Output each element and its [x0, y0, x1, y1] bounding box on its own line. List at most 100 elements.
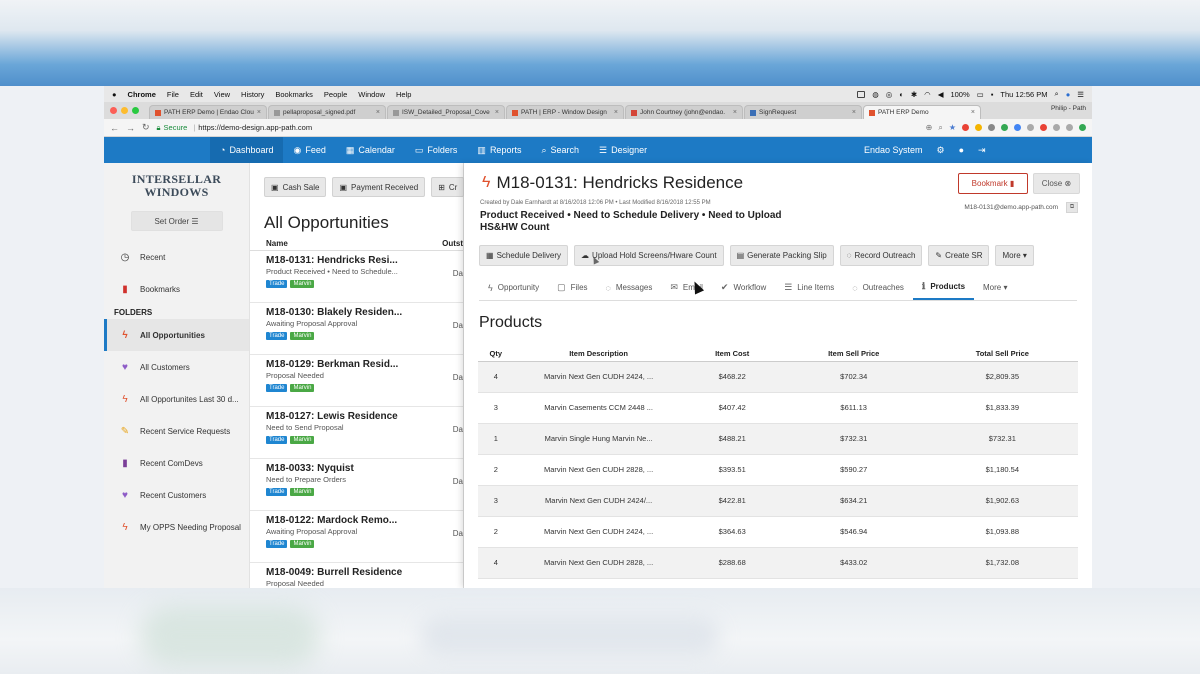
- tab-close-icon[interactable]: ×: [849, 109, 856, 116]
- table-row[interactable]: 2 Marvin Next Gen CUDH 2828, ... $393.51 $5…: [478, 454, 1078, 486]
- zoom-window-icon[interactable]: [132, 107, 139, 114]
- tab-workflow[interactable]: ✔ Workflow: [712, 275, 775, 300]
- gear-icon[interactable]: ◐: [899, 90, 904, 99]
- nav-designer[interactable]: ☰ Designer: [589, 137, 657, 163]
- battery-icon[interactable]: ▭: [977, 90, 984, 99]
- nav-dashboard[interactable]: ◔ Dashboard: [210, 137, 284, 163]
- table-row[interactable]: 2 Marvin Next Gen CUDH 2424, ... $364.63 $5…: [478, 516, 1078, 548]
- list-item[interactable]: M18-0122: Mardock Remo... Awaiting Propos…: [250, 511, 463, 563]
- menu-bookmarks[interactable]: Bookmarks: [275, 90, 313, 99]
- extension-icon[interactable]: [988, 124, 995, 131]
- nav-search[interactable]: ⌕ Search: [531, 137, 589, 163]
- tab-outreaches[interactable]: ◌ Outreaches: [843, 275, 913, 300]
- tab-close-icon[interactable]: ×: [968, 109, 975, 116]
- tab-opportunity[interactable]: ϟ Opportunity: [479, 275, 548, 300]
- extension-icon[interactable]: [1053, 124, 1060, 131]
- sidebar-item-bookmarks[interactable]: ▮ Bookmarks: [104, 273, 249, 305]
- system-name[interactable]: Endao System: [864, 145, 923, 155]
- generate-packing-slip-button[interactable]: ▤ Generate Packing Slip: [729, 245, 834, 266]
- extension-icon[interactable]: [1001, 124, 1008, 131]
- logout-icon[interactable]: ⇥: [978, 145, 986, 156]
- extension-icon[interactable]: [1040, 124, 1047, 131]
- url-input[interactable]: https://demo-design.app-path.com: [198, 123, 312, 132]
- back-icon[interactable]: ←: [110, 123, 119, 133]
- column-header[interactable]: Total Sell Price: [926, 346, 1078, 362]
- column-header[interactable]: Qty: [478, 346, 514, 362]
- payment-received-button[interactable]: ▣ Payment Received: [332, 177, 426, 197]
- tab-email[interactable]: ✉ Email: [661, 275, 712, 300]
- sidebar-item-recent-customers[interactable]: ♥ Recent Customers: [104, 479, 249, 511]
- tab-close-icon[interactable]: ×: [254, 109, 261, 116]
- wifi-icon[interactable]: ◠: [924, 90, 931, 99]
- table-row[interactable]: 3 Marvin Next Gen CUDH 2424/... $422.81 $63…: [478, 485, 1078, 517]
- browser-tab[interactable]: PATH | ERP - Window Design ×: [506, 105, 624, 119]
- column-header[interactable]: Item Description: [513, 346, 684, 362]
- browser-tab[interactable]: pellaproposal_signed.pdf ×: [268, 105, 386, 119]
- nav-folders[interactable]: ▭ Folders: [405, 137, 468, 163]
- menu-help[interactable]: Help: [396, 90, 411, 99]
- menu-edit[interactable]: Edit: [190, 90, 203, 99]
- tab-messages[interactable]: ◌ Messages: [597, 275, 662, 300]
- menu-chrome[interactable]: Chrome: [128, 90, 156, 99]
- more-actions-button[interactable]: More ▾: [995, 245, 1034, 266]
- browser-tab[interactable]: SignRequest ×: [744, 105, 862, 119]
- apple-menu-icon[interactable]: ●: [112, 90, 117, 99]
- extension-icon[interactable]: [1079, 124, 1086, 131]
- extension-icon[interactable]: [975, 124, 982, 131]
- list-item[interactable]: M18-0131: Hendricks Resi... Product Recei…: [250, 251, 463, 303]
- browser-tab[interactable]: John Courtney (john@endao. ×: [625, 105, 743, 119]
- list-item[interactable]: M18-0130: Blakely Residen... Awaiting Pro…: [250, 303, 463, 355]
- menu-people[interactable]: People: [324, 90, 347, 99]
- tab-products[interactable]: ℹ Products: [912, 275, 975, 300]
- browser-tab[interactable]: PATH ERP Demo | Endao Clou ×: [149, 105, 267, 119]
- table-row[interactable]: 3 Marvin Casements CCM 2448 ... $407.42 $61…: [478, 392, 1078, 424]
- record-outreach-button[interactable]: ◌ Record Outreach: [839, 245, 923, 266]
- bookmark-button[interactable]: Bookmark ▮: [958, 173, 1028, 194]
- status-icon[interactable]: ◍: [872, 90, 879, 99]
- forward-icon[interactable]: →: [126, 123, 135, 133]
- extension-icon[interactable]: [1027, 124, 1034, 131]
- create-button[interactable]: ⊞ Cr: [431, 177, 465, 197]
- menu-view[interactable]: View: [214, 90, 230, 99]
- nav-feed[interactable]: ◉ Feed: [283, 137, 335, 163]
- column-header[interactable]: Item Sell Price: [780, 346, 927, 362]
- copy-icon[interactable]: ⧉: [1066, 202, 1078, 213]
- column-name[interactable]: Name: [266, 239, 288, 250]
- sidebar-item-comdevs[interactable]: ▮ Recent ComDevs: [104, 447, 249, 479]
- chat-icon[interactable]: ●: [959, 145, 964, 155]
- table-row[interactable]: 4 Marvin Next Gen CUDH 2828, ... $288.68 $4…: [478, 547, 1078, 579]
- extension-icon[interactable]: [1014, 124, 1021, 131]
- close-window-icon[interactable]: [110, 107, 117, 114]
- tab-more[interactable]: More ▾: [974, 275, 1016, 300]
- extension-icon[interactable]: [962, 124, 969, 131]
- menu-file[interactable]: File: [167, 90, 179, 99]
- browser-tab[interactable]: ISW_Detailed_Proposal_Cove ×: [387, 105, 505, 119]
- list-item[interactable]: M18-0129: Berkman Resid... Proposal Neede…: [250, 355, 463, 407]
- close-button[interactable]: Close ⊗: [1033, 173, 1080, 194]
- clock[interactable]: Thu 12:56 PM: [1000, 90, 1047, 99]
- column-header[interactable]: Item Cost: [683, 346, 781, 362]
- tab-close-icon[interactable]: ×: [730, 109, 737, 116]
- cash-sale-button[interactable]: ▣ Cash Sale: [264, 177, 327, 197]
- zoom-icon[interactable]: ⊕: [926, 123, 933, 132]
- minimize-window-icon[interactable]: [121, 107, 128, 114]
- extension-icon[interactable]: [1066, 124, 1073, 131]
- column-status[interactable]: Outst: [442, 239, 463, 250]
- star-icon[interactable]: ★: [949, 123, 956, 132]
- flag-icon[interactable]: ▪: [991, 90, 994, 99]
- notification-center-icon[interactable]: ☰: [1077, 90, 1084, 99]
- sidebar-item-opps-needing-proposal[interactable]: ϟ My OPPS Needing Proposal: [104, 511, 249, 543]
- user-icon[interactable]: ●: [1066, 90, 1071, 99]
- reload-icon[interactable]: ↻: [142, 122, 150, 133]
- profile-name[interactable]: Philip - Path: [1051, 105, 1086, 112]
- opportunity-email[interactable]: M18-0131@demo.app-path.com: [964, 204, 1058, 211]
- set-order-button[interactable]: Set Order ☰: [130, 211, 223, 231]
- nav-calendar[interactable]: ▦ Calendar: [336, 137, 405, 163]
- sync-icon[interactable]: ◎: [886, 90, 893, 99]
- bluetooth-icon[interactable]: ✱: [911, 90, 917, 99]
- create-sr-button[interactable]: ✎ Create SR: [928, 245, 990, 266]
- browser-tab-active[interactable]: PATH ERP Demo ×: [863, 105, 981, 119]
- tab-close-icon[interactable]: ×: [611, 109, 618, 116]
- tab-close-icon[interactable]: ×: [492, 109, 499, 116]
- sidebar-item-opps-last-30[interactable]: ϟ All Opportunites Last 30 d...: [104, 383, 249, 415]
